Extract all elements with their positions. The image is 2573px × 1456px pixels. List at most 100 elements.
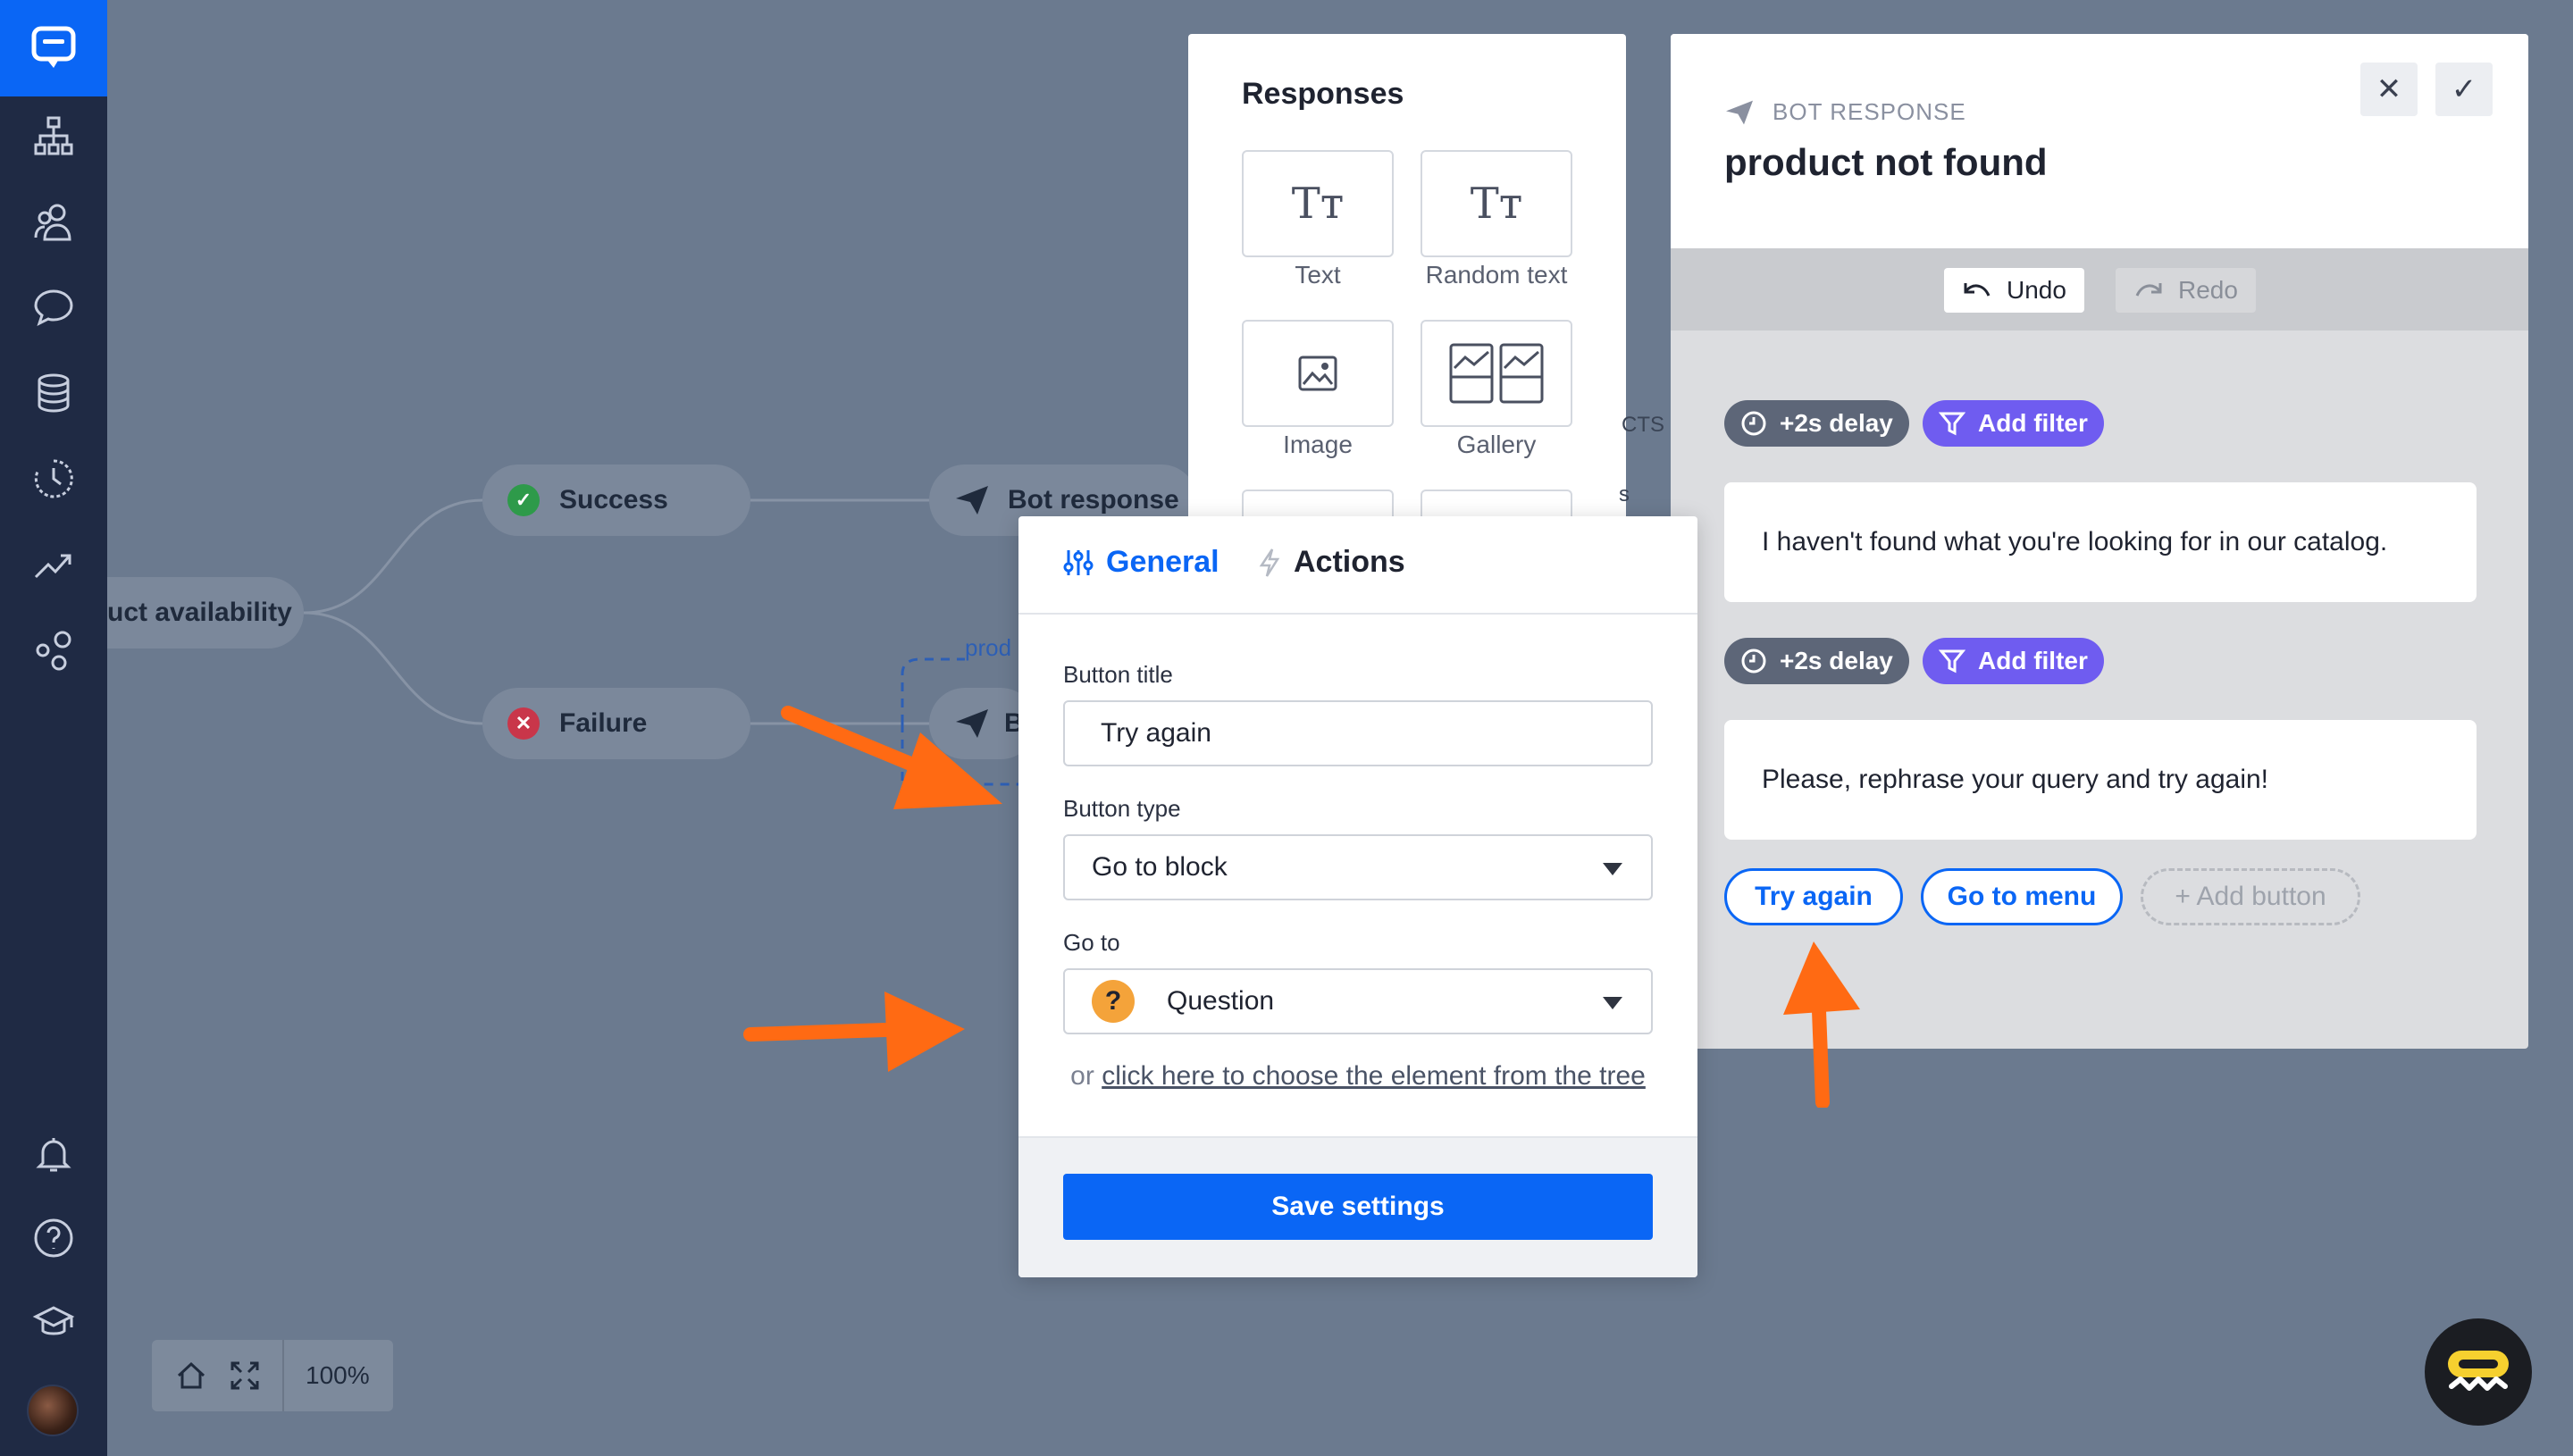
hint-prefix: or	[1070, 1061, 1094, 1091]
gallery-response-tile[interactable]	[1421, 320, 1572, 427]
x-circle-icon: ✕	[507, 707, 540, 740]
chevron-down-icon	[1603, 997, 1622, 1009]
annotation-arrow	[1783, 941, 1860, 1108]
success-node[interactable]: ✓ Success	[482, 464, 750, 536]
canvas-label: s	[1619, 482, 1630, 506]
delay-label: +2s delay	[1780, 647, 1893, 674]
try-again-button[interactable]: Try again	[1724, 868, 1903, 925]
eyebrow-text: BOT RESPONSE	[1773, 98, 1966, 125]
undo-icon	[1964, 283, 1991, 297]
delay-label: +2s delay	[1780, 409, 1893, 437]
send-icon	[1726, 100, 1753, 124]
select-value: Go to block	[1092, 852, 1228, 882]
redo-button[interactable]: Redo	[2116, 268, 2256, 313]
node-label: Success	[559, 485, 668, 515]
text-message-block[interactable]: Please, rephrase your query and try agai…	[1724, 720, 2477, 840]
sliders-icon	[1063, 549, 1094, 575]
image-response-tile[interactable]	[1242, 320, 1394, 427]
zoom-controls: 100%	[152, 1340, 393, 1411]
tile-label: Image	[1283, 431, 1353, 458]
tile-label: Random text	[1425, 261, 1568, 289]
tab-actions[interactable]: Actions	[1258, 545, 1405, 580]
redo-icon	[2135, 283, 2162, 297]
message-text: Please, rephrase your query and try agai…	[1762, 765, 2268, 794]
choose-from-tree-link[interactable]: click here to choose the element from th…	[1102, 1061, 1646, 1091]
text-response-tile[interactable]: Tт	[1242, 150, 1394, 257]
message-text: I haven't found what you're looking for …	[1762, 527, 2388, 556]
zoom-level: 100%	[306, 1361, 370, 1389]
go-to-label: Go to	[1063, 929, 1120, 956]
support-chat-bubble[interactable]	[2425, 1318, 2532, 1426]
node-label: Bot response	[1008, 485, 1179, 515]
fit-screen-button[interactable]	[218, 1360, 272, 1392]
close-button[interactable]: ✕	[2360, 63, 2418, 116]
undo-label: Undo	[2007, 276, 2066, 304]
annotation-arrow	[743, 992, 965, 1072]
question-block-icon: ?	[1092, 980, 1135, 1023]
random-text-response-tile[interactable]: Tт	[1421, 150, 1572, 257]
go-to-menu-button[interactable]: Go to menu	[1921, 868, 2123, 925]
delay-pill[interactable]: +2s delay	[1724, 638, 1909, 684]
check-icon: ✓	[507, 484, 540, 516]
tab-label: General	[1106, 545, 1219, 579]
tile-label: Text	[1295, 261, 1341, 289]
add-filter-pill[interactable]: Add filter	[1923, 400, 2104, 447]
button-type-label: Button type	[1063, 795, 1181, 822]
divider	[282, 1340, 284, 1411]
gallery-icon	[1449, 343, 1544, 404]
check-icon: ✓	[2451, 72, 2477, 106]
image-icon	[1298, 356, 1337, 391]
lightning-icon	[1259, 548, 1280, 577]
delay-pill[interactable]: +2s delay	[1724, 400, 1909, 447]
popup-footer: Save settings	[1018, 1136, 1697, 1277]
close-icon: ✕	[2376, 72, 2402, 106]
home-button[interactable]	[164, 1360, 218, 1392]
annotation-arrow	[781, 706, 1002, 809]
tab-general[interactable]: General	[1063, 545, 1219, 580]
responses-panel: Responses Tт Text Tт Random text Image G…	[1188, 34, 1626, 543]
settings-tabs: General Actions	[1018, 516, 1697, 615]
undo-button[interactable]: Undo	[1944, 268, 2084, 313]
editor-header: BOT RESPONSE product not found ✕ ✓	[1671, 34, 2528, 248]
clock-icon	[1741, 649, 1766, 674]
editor-eyebrow: BOT RESPONSE	[1724, 98, 1966, 126]
tab-label: Actions	[1294, 545, 1405, 579]
filter-label: Add filter	[1978, 409, 2088, 437]
expand-icon	[230, 1361, 259, 1390]
add-button[interactable]: + Add button	[2141, 868, 2360, 925]
edge-label: prod	[965, 634, 1012, 661]
button-title-label: Button title	[1063, 661, 1173, 688]
confirm-button[interactable]: ✓	[2435, 63, 2493, 116]
filter-label: Add filter	[1978, 647, 2088, 674]
product-availability-node[interactable]: uct availability	[107, 577, 304, 649]
button-settings-popup: General Actions Button title Try again B…	[1018, 516, 1697, 1277]
node-label: uct availability	[107, 598, 292, 627]
save-settings-button[interactable]: Save settings	[1063, 1174, 1653, 1240]
clock-icon	[1741, 411, 1766, 436]
bot-response-editor: BOT RESPONSE product not found ✕ ✓ Undo …	[1671, 34, 2528, 1049]
redo-label: Redo	[2178, 276, 2238, 304]
send-icon	[956, 486, 988, 515]
tile-label: Gallery	[1456, 431, 1537, 458]
home-icon	[177, 1361, 205, 1389]
text-format-icon: Tт	[1291, 179, 1345, 229]
chevron-down-icon	[1603, 863, 1622, 875]
add-filter-pill[interactable]: Add filter	[1923, 638, 2104, 684]
choose-element-hint: or click here to choose the element from…	[1018, 1061, 1697, 1092]
responses-title: Responses	[1242, 77, 1404, 111]
editor-toolbar: Undo Redo	[1671, 248, 2528, 331]
input-value: Try again	[1101, 718, 1211, 748]
chat-widget-icon	[2448, 1351, 2509, 1391]
failure-node[interactable]: ✕ Failure	[482, 688, 750, 759]
text-format-icon: Tт	[1470, 179, 1523, 229]
go-to-select[interactable]: ? Question	[1063, 968, 1653, 1034]
filter-icon	[1939, 412, 1965, 436]
text-message-block[interactable]: I haven't found what you're looking for …	[1724, 482, 2477, 602]
button-type-select[interactable]: Go to block	[1063, 834, 1653, 900]
node-label: Failure	[559, 708, 648, 738]
filter-icon	[1939, 649, 1965, 674]
canvas-label: CTS	[1622, 413, 1664, 437]
select-value: Question	[1167, 986, 1275, 1016]
editor-title: product not found	[1724, 141, 2048, 183]
button-title-input[interactable]: Try again	[1063, 700, 1653, 766]
